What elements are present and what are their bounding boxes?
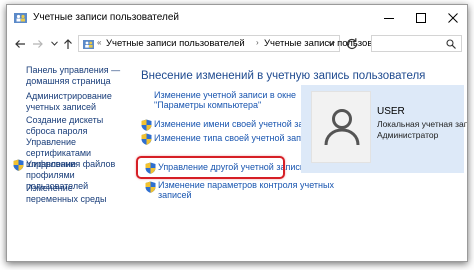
account-type: Локальная учетная запись [377,119,468,129]
user-avatar-icon [324,109,360,146]
uac-shield-icon [145,181,156,193]
users-folder-icon [14,13,27,23]
user-accounts-window: Учетные записи пользователей « Учетные з… [6,4,468,262]
page-title: Внесение изменений в учетную запись поль… [141,70,426,82]
avatar [311,91,371,163]
highlight-frame [136,156,285,179]
arrow-up-icon [64,38,72,49]
address-bar[interactable]: « Учетные записи пользователей › Учетные… [78,35,403,52]
minimize-button[interactable] [373,5,405,31]
link-uac-settings-line2[interactable]: записей [158,190,192,201]
close-icon [448,13,458,23]
uac-shield-icon [141,133,152,145]
search-icon [446,39,456,49]
breadcrumb-item[interactable]: Учетные записи пользователей [106,38,245,49]
uac-shield-icon [141,119,152,131]
refresh-icon[interactable] [345,37,359,51]
sidebar-item-environment-variables[interactable]: Изменение переменных среды [26,183,126,205]
breadcrumb-overflow[interactable]: « [97,38,101,47]
uac-shield-icon [13,159,24,171]
link-change-account-type[interactable]: Изменение типа своей учетной записи [154,133,316,144]
sidebar: Панель управления — домашняя страница Ад… [7,56,127,261]
maximize-icon [416,13,426,23]
breadcrumb-separator: › [256,38,259,47]
forward-button[interactable] [30,35,46,52]
window-title: Учетные записи пользователей [33,12,179,23]
arrow-right-icon [33,39,43,48]
search-input[interactable] [371,35,462,52]
arrow-left-icon [15,39,25,48]
sidebar-item-control-panel-home[interactable]: Панель управления — домашняя страница [26,65,126,87]
link-pc-settings-line2[interactable]: "Параметры компьютера" [154,100,261,111]
close-button[interactable] [437,5,467,31]
chevron-down-icon[interactable] [328,41,335,46]
account-role: Администратор [377,130,439,140]
link-rename-account[interactable]: Изменение имени своей учетной записи [154,119,323,130]
minimize-icon [384,18,394,19]
sidebar-item-account-administration[interactable]: Администрирование учетных записей [26,91,126,113]
user-card: USER Локальная учетная запись Администра… [301,85,467,173]
back-button[interactable] [12,35,28,52]
sidebar-item-password-reset-disk[interactable]: Создание дискеты сброса пароля [26,115,126,137]
user-name: USER [377,106,405,117]
users-folder-icon [83,40,94,49]
title-bar: Учетные записи пользователей [7,5,467,31]
navigation-bar: « Учетные записи пользователей › Учетные… [7,31,467,56]
up-button[interactable] [61,35,75,52]
maximize-button[interactable] [405,5,437,31]
recent-locations-button[interactable] [49,35,59,52]
chevron-down-icon [50,41,58,46]
